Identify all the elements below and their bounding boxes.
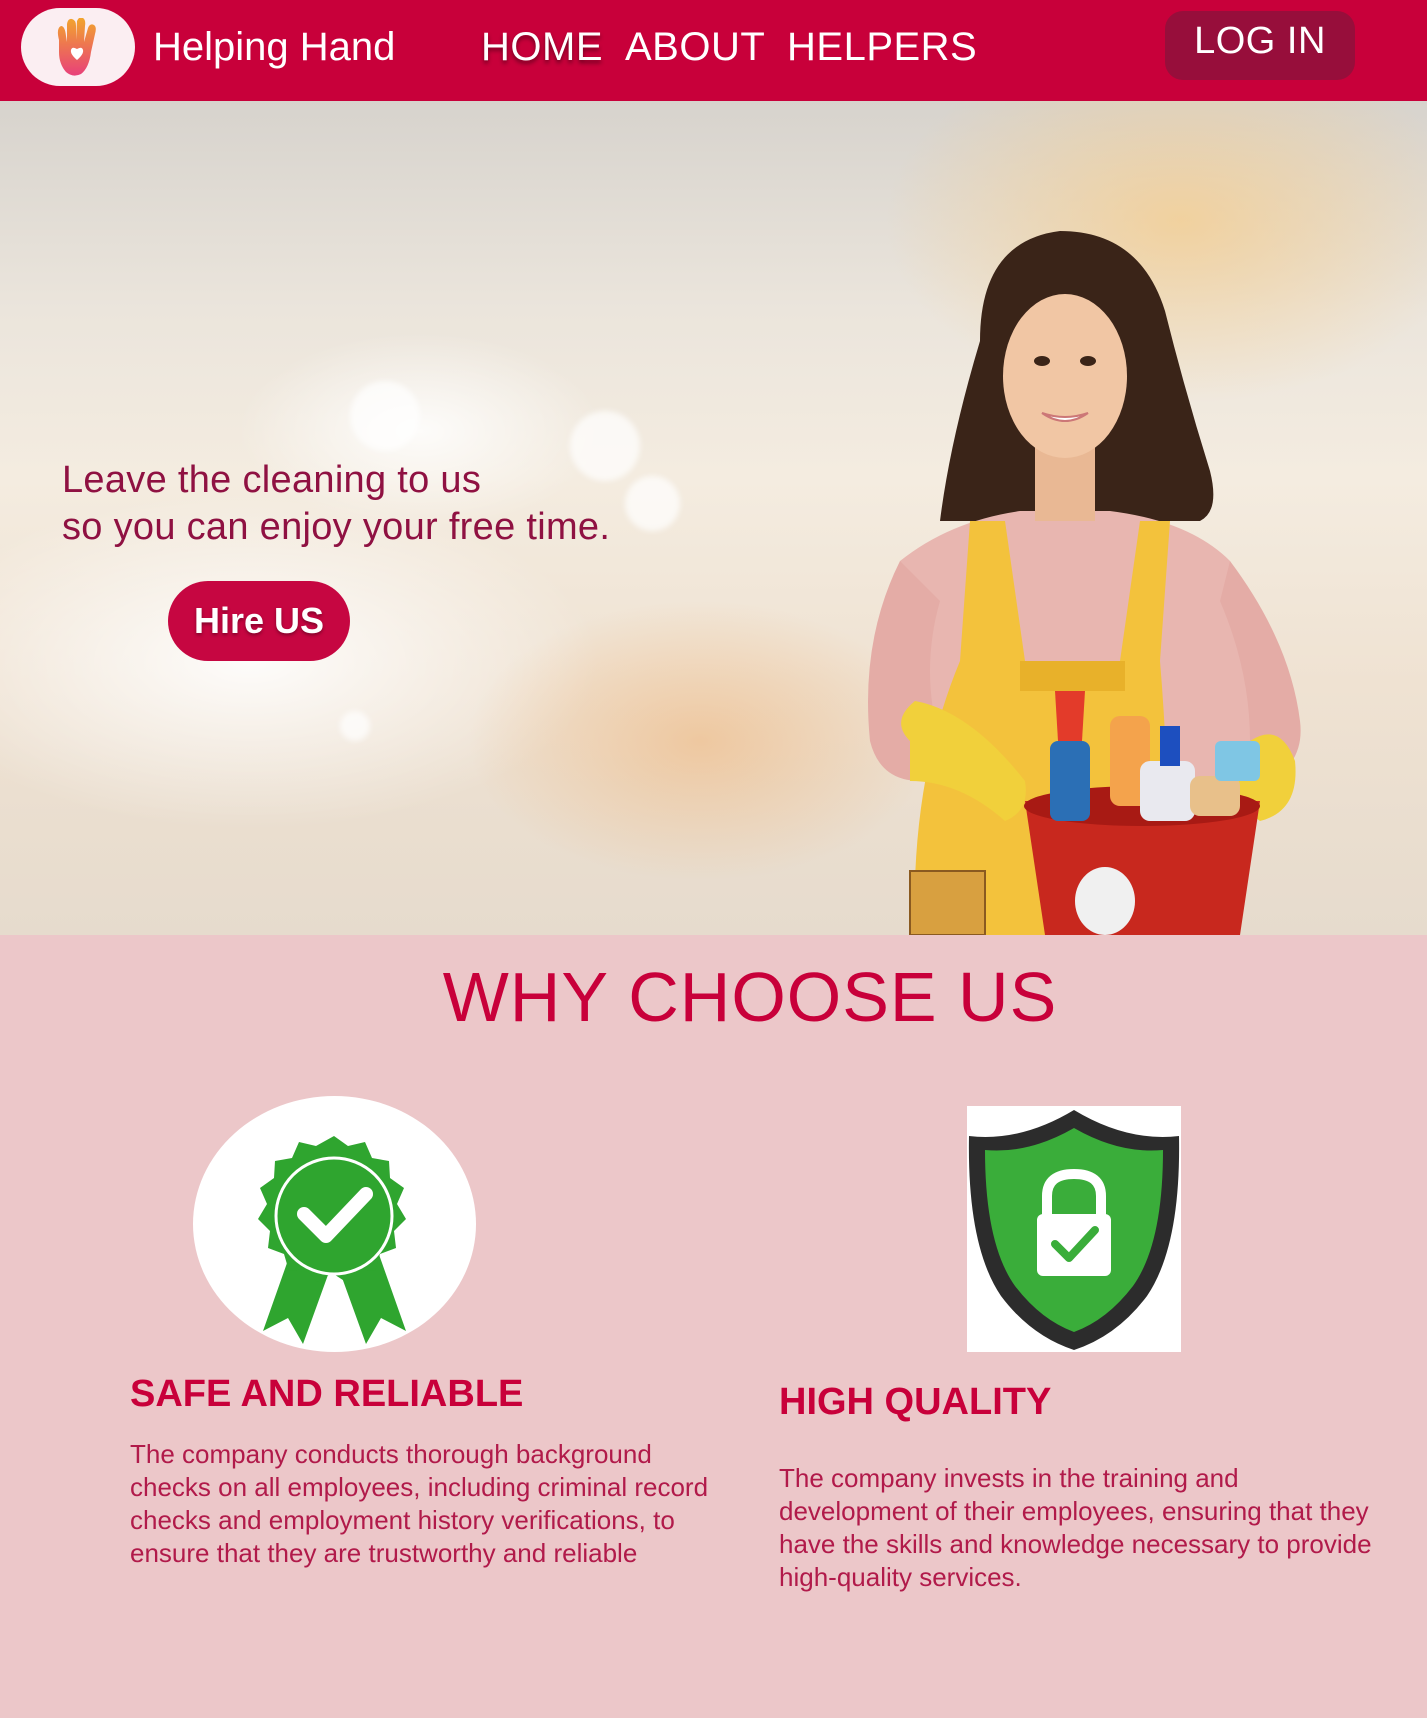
hero-banner: Leave the cleaning to us so you can enjo… xyxy=(0,101,1427,935)
hero-tagline: Leave the cleaning to us so you can enjo… xyxy=(62,457,610,551)
bokeh-light xyxy=(340,711,370,741)
nav-about[interactable]: ABOUT xyxy=(625,22,765,72)
card-desc-quality: The company invests in the training and … xyxy=(779,1463,1372,1592)
high-quality-icon-frame xyxy=(967,1106,1181,1352)
nav-helpers[interactable]: HELPERS xyxy=(787,22,977,72)
card-desc-safe: The company conducts thorough background… xyxy=(130,1439,709,1568)
hero-tagline-line1: Leave the cleaning to us xyxy=(62,459,482,501)
brand-name[interactable]: Helping Hand xyxy=(153,22,395,72)
nav-home[interactable]: HOME xyxy=(481,22,603,72)
logo[interactable] xyxy=(21,8,135,86)
login-button[interactable]: LOG IN xyxy=(1165,11,1355,80)
top-navbar: Helping Hand HOME ABOUT HELPERS LOG IN xyxy=(0,0,1427,101)
bokeh-light xyxy=(625,476,680,531)
hand-heart-icon xyxy=(57,18,96,76)
safe-reliable-icon-frame xyxy=(193,1096,476,1352)
cleaner-photo xyxy=(868,231,1301,935)
card-title-safe: SAFE AND RELIABLE xyxy=(130,1373,524,1415)
hero-tagline-line2: so you can enjoy your free time. xyxy=(62,506,611,548)
award-ribbon-icon xyxy=(258,1136,406,1344)
card-title-quality: HIGH QUALITY xyxy=(779,1381,1052,1423)
hire-us-button[interactable]: Hire US xyxy=(168,581,350,661)
section-title: WHY CHOOSE US xyxy=(442,958,1058,1036)
bokeh-light xyxy=(350,381,420,451)
shield-lock-icon xyxy=(968,1110,1180,1350)
